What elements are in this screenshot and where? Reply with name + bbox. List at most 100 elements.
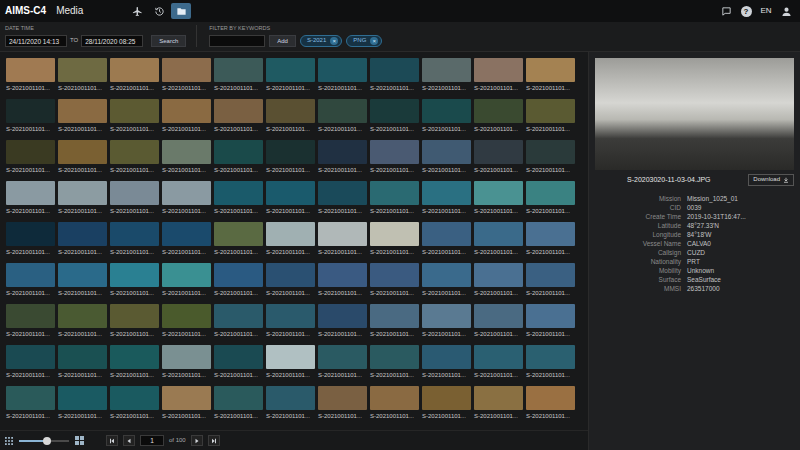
media-thumbnail[interactable]: S-2021001101... — [318, 263, 367, 297]
date-from-field[interactable] — [5, 35, 67, 47]
media-thumbnail[interactable]: S-2021001101... — [318, 386, 367, 420]
media-thumbnail[interactable]: S-2021001101... — [474, 222, 523, 256]
media-thumbnail[interactable]: S-2021001101... — [370, 181, 419, 215]
media-thumbnail[interactable]: S-2021001101... — [214, 304, 263, 338]
media-thumbnail[interactable]: S-2021001101... — [214, 58, 263, 92]
media-thumbnail[interactable]: S-2021001101... — [110, 181, 159, 215]
media-thumbnail[interactable]: S-2021001101... — [318, 140, 367, 174]
media-thumbnail[interactable]: S-2021001101... — [110, 386, 159, 420]
media-thumbnail[interactable]: S-2021001101... — [6, 386, 55, 420]
media-thumbnail[interactable]: S-2021001101... — [266, 99, 315, 133]
last-page-button[interactable] — [208, 435, 220, 446]
media-thumbnail[interactable]: S-2021001101... — [58, 263, 107, 297]
media-thumbnail[interactable]: S-2021001101... — [162, 140, 211, 174]
first-page-button[interactable] — [106, 435, 118, 446]
download-button[interactable]: Download — [748, 174, 794, 185]
media-thumbnail[interactable]: S-2021001101... — [422, 304, 471, 338]
search-button[interactable]: Search — [151, 35, 186, 47]
media-thumbnail[interactable]: S-2021001101... — [266, 263, 315, 297]
media-thumbnail[interactable]: S-2021001101... — [58, 345, 107, 379]
media-thumbnail[interactable]: S-2021001101... — [526, 386, 575, 420]
thumbnail-size-slider[interactable] — [19, 440, 69, 442]
media-thumbnail[interactable]: S-2021001101... — [526, 263, 575, 297]
media-thumbnail[interactable]: S-2021001101... — [266, 345, 315, 379]
media-thumbnail[interactable]: S-2021001101... — [474, 181, 523, 215]
media-thumbnail[interactable]: S-2021001101... — [526, 58, 575, 92]
media-thumbnail[interactable]: S-2021001101... — [318, 99, 367, 133]
media-thumbnail[interactable]: S-2021001101... — [370, 345, 419, 379]
tag-remove-button[interactable]: × — [370, 37, 378, 45]
media-thumbnail[interactable]: S-2021001101... — [162, 99, 211, 133]
media-thumbnail[interactable]: S-2021001101... — [266, 181, 315, 215]
help-button[interactable]: ? — [738, 3, 754, 19]
media-thumbnail[interactable]: S-2021001101... — [422, 263, 471, 297]
media-thumbnail[interactable]: S-2021001101... — [110, 222, 159, 256]
media-thumbnail[interactable]: S-2021001101... — [6, 181, 55, 215]
media-thumbnail[interactable]: S-2021001101... — [526, 99, 575, 133]
media-thumbnail[interactable]: S-2021001101... — [162, 58, 211, 92]
media-thumbnail[interactable]: S-2021001101... — [214, 263, 263, 297]
media-thumbnail[interactable]: S-2021001101... — [58, 140, 107, 174]
slider-knob[interactable] — [43, 437, 51, 445]
media-thumbnail[interactable]: S-2021001101... — [422, 181, 471, 215]
media-thumbnail[interactable]: S-2021001101... — [162, 386, 211, 420]
media-thumbnail[interactable]: S-2021001101... — [422, 140, 471, 174]
media-thumbnail[interactable]: S-2021001101... — [422, 99, 471, 133]
media-thumbnail[interactable]: S-2021001101... — [526, 304, 575, 338]
media-thumbnail[interactable]: S-2021001101... — [422, 345, 471, 379]
media-thumbnail[interactable]: S-2021001101... — [266, 140, 315, 174]
media-thumbnail[interactable]: S-2021001101... — [318, 181, 367, 215]
media-thumbnail[interactable]: S-2021001101... — [474, 140, 523, 174]
add-button[interactable]: Add — [269, 35, 296, 47]
media-thumbnail[interactable]: S-2021001101... — [526, 140, 575, 174]
media-thumbnail[interactable]: S-2021001101... — [214, 99, 263, 133]
media-thumbnail[interactable]: S-2021001101... — [162, 181, 211, 215]
media-thumbnail[interactable]: S-2021001101... — [422, 58, 471, 92]
media-thumbnail[interactable]: S-2021001101... — [266, 386, 315, 420]
media-thumbnail[interactable]: S-2021001101... — [266, 304, 315, 338]
media-thumbnail[interactable]: S-2021001101... — [526, 181, 575, 215]
media-thumbnail[interactable]: S-2021001101... — [370, 304, 419, 338]
media-thumbnail[interactable]: S-2021001101... — [162, 304, 211, 338]
media-thumbnail[interactable]: S-2021001101... — [6, 140, 55, 174]
date-to-field[interactable] — [81, 35, 143, 47]
media-thumbnail[interactable]: S-2021001101... — [110, 345, 159, 379]
messages-button[interactable] — [718, 3, 734, 19]
user-button[interactable] — [778, 3, 794, 19]
prev-page-button[interactable] — [123, 435, 135, 446]
media-thumbnail[interactable]: S-2021001101... — [6, 345, 55, 379]
media-thumbnail[interactable]: S-2021001101... — [214, 386, 263, 420]
flight-mode-button[interactable] — [127, 3, 147, 19]
media-thumbnail[interactable]: S-2021001101... — [214, 181, 263, 215]
media-thumbnail[interactable]: S-2021001101... — [110, 304, 159, 338]
media-thumbnail[interactable]: S-2021001101... — [110, 99, 159, 133]
media-mode-button[interactable] — [171, 3, 191, 19]
keyword-field[interactable] — [209, 35, 265, 47]
media-thumbnail[interactable]: S-2021001101... — [370, 222, 419, 256]
language-button[interactable]: EN — [758, 3, 774, 19]
media-thumbnail[interactable]: S-2021001101... — [474, 58, 523, 92]
media-thumbnail[interactable]: S-2021001101... — [318, 304, 367, 338]
media-thumbnail[interactable]: S-2021001101... — [6, 58, 55, 92]
media-thumbnail[interactable]: S-2021001101... — [318, 345, 367, 379]
media-thumbnail[interactable]: S-2021001101... — [370, 99, 419, 133]
media-thumbnail[interactable]: S-2021001101... — [6, 99, 55, 133]
media-thumbnail[interactable]: S-2021001101... — [6, 222, 55, 256]
media-thumbnail[interactable]: S-2021001101... — [214, 345, 263, 379]
media-thumbnail[interactable]: S-2021001101... — [266, 58, 315, 92]
media-thumbnail[interactable]: S-2021001101... — [58, 99, 107, 133]
media-thumbnail[interactable]: S-2021001101... — [474, 304, 523, 338]
media-thumbnail[interactable]: S-2021001101... — [422, 386, 471, 420]
tag-remove-button[interactable]: × — [330, 37, 338, 45]
media-thumbnail[interactable]: S-2021001101... — [58, 181, 107, 215]
image-preview[interactable] — [595, 58, 794, 170]
media-thumbnail[interactable]: S-2021001101... — [214, 140, 263, 174]
media-thumbnail[interactable]: S-2021001101... — [6, 304, 55, 338]
media-thumbnail[interactable]: S-2021001101... — [318, 222, 367, 256]
media-thumbnail[interactable]: S-2021001101... — [214, 222, 263, 256]
media-thumbnail[interactable]: S-2021001101... — [162, 263, 211, 297]
media-thumbnail[interactable]: S-2021001101... — [370, 58, 419, 92]
media-thumbnail[interactable]: S-2021001101... — [110, 58, 159, 92]
history-mode-button[interactable] — [149, 3, 169, 19]
media-thumbnail[interactable]: S-2021001101... — [370, 263, 419, 297]
